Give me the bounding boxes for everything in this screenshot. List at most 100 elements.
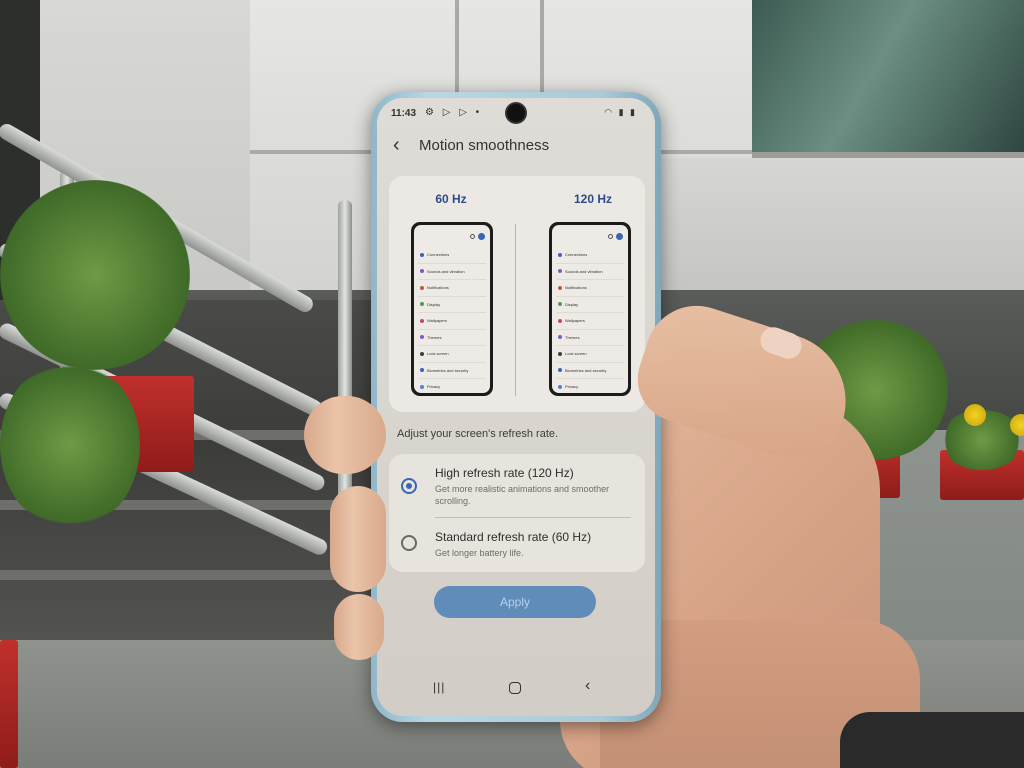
- flower-pot: [0, 640, 18, 768]
- preview-list-item: Themes: [418, 330, 486, 346]
- preview-list-label: Wallpapers: [427, 318, 447, 324]
- apply-button[interactable]: Apply: [434, 586, 596, 618]
- page-title: Motion smoothness: [419, 137, 550, 154]
- radio-selected-icon[interactable]: [401, 478, 417, 494]
- preview-phone-120hz: Connections Sounds and vibration Notificat…: [549, 222, 631, 396]
- preview-list-label: Notifications: [427, 285, 449, 291]
- preview-settings-list: Connections Sounds and vibration Notificat…: [418, 247, 486, 393]
- preview-list-label: Notifications: [565, 285, 587, 291]
- middle-finger: [330, 486, 386, 592]
- building-window: [752, 0, 1024, 155]
- setting-icon: [558, 384, 562, 389]
- building-wall-right: [660, 158, 1024, 303]
- preview-settings-list: Connections Sounds and vibration Notificat…: [556, 247, 624, 393]
- preview-list-label: Display: [565, 301, 579, 307]
- avatar-icon: [616, 233, 623, 240]
- preview-list-item: Sounds and vibration: [556, 264, 624, 280]
- front-camera-icon: [507, 104, 525, 122]
- setting-icon: [558, 302, 562, 307]
- preview-screen: Connections Sounds and vibration Notificat…: [552, 225, 628, 393]
- preview-list-item: Lock screen: [418, 346, 486, 363]
- preview-list-label: Themes: [427, 334, 442, 340]
- preview-list-item: Notifications: [556, 280, 624, 297]
- preview-list-label: Sounds and vibration: [427, 268, 465, 274]
- preview-label-120hz: 120 Hz: [573, 192, 613, 206]
- preview-list-item: Notifications: [418, 280, 486, 297]
- preview-list-label: Privacy: [427, 384, 441, 390]
- status-time: 11:43: [391, 108, 417, 119]
- preview-list-item: Biometrics and security: [556, 363, 624, 379]
- preview-list-label: Lock screen: [427, 351, 449, 357]
- avatar-icon: [478, 233, 485, 240]
- plant: [0, 360, 140, 530]
- preview-list-item: Connections: [418, 247, 486, 264]
- preview-list-label: Biometrics and security: [565, 367, 607, 373]
- setting-icon: [420, 302, 424, 307]
- preview-list-item: Wallpapers: [556, 313, 624, 330]
- preview-list-label: Privacy: [565, 384, 579, 390]
- preview-list-item: Themes: [556, 330, 624, 346]
- setting-icon: [558, 285, 562, 290]
- search-icon: [608, 234, 613, 239]
- preview-list-item: Biometrics and security: [418, 363, 486, 379]
- setting-icon: [420, 351, 424, 356]
- preview-list-label: Sounds and vibration: [565, 268, 603, 274]
- setting-icon: [558, 318, 562, 323]
- recents-icon[interactable]: |||: [433, 680, 445, 694]
- setting-icon: [558, 368, 562, 373]
- preview-list-label: Connections: [427, 252, 450, 258]
- preview-divider: [515, 224, 516, 396]
- sleeve: [840, 712, 1024, 768]
- back-arrow-icon[interactable]: ‹: [393, 134, 400, 156]
- notification-icons: ⚙ ▷ ▷ •: [425, 107, 483, 118]
- preview-list-item: Privacy: [418, 379, 486, 393]
- setting-icon: [420, 285, 424, 290]
- setting-icon: [420, 368, 424, 373]
- preview-list-label: Themes: [565, 334, 580, 340]
- search-icon: [470, 234, 475, 239]
- preview-list-item: Display: [556, 297, 624, 313]
- preview-list-item: Lock screen: [556, 346, 624, 363]
- setting-icon: [558, 252, 562, 257]
- preview-list-item: Wallpapers: [418, 313, 486, 330]
- preview-list-label: Display: [427, 301, 441, 307]
- preview-list-label: Connections: [565, 252, 588, 258]
- option-divider: [435, 517, 631, 518]
- phone-screen: 11:43 ⚙ ▷ ▷ • ◠ ▮ ▮ ‹ Motion smoothness …: [377, 98, 655, 716]
- stair-step: [0, 570, 350, 580]
- back-icon[interactable]: ‹: [585, 677, 590, 695]
- signal-battery-icons: ◠ ▮ ▮: [604, 107, 637, 117]
- option-description: Get longer battery life.: [435, 548, 524, 558]
- preview-toolbar: [608, 233, 623, 240]
- preview-list-item: Privacy: [556, 379, 624, 393]
- ring-finger: [334, 594, 384, 660]
- preview-phone-60hz: Connections Sounds and vibration Notificat…: [411, 222, 493, 396]
- setting-icon: [420, 335, 424, 340]
- preview-label-60hz: 60 Hz: [435, 192, 467, 206]
- preview-screen: Connections Sounds and vibration Notificat…: [414, 225, 490, 393]
- preview-list-item: Connections: [556, 247, 624, 264]
- preview-list-label: Wallpapers: [565, 318, 585, 324]
- setting-icon: [558, 269, 562, 274]
- option-title: Standard refresh rate (60 Hz): [435, 530, 592, 544]
- home-icon[interactable]: [509, 682, 521, 694]
- refresh-preview-card: 60 Hz 120 Hz Connections Sounds and vibra…: [389, 176, 645, 412]
- preview-list-label: Lock screen: [565, 351, 587, 357]
- navigation-bar: ||| ‹: [417, 677, 617, 698]
- yellow-flower: [964, 404, 986, 426]
- plant: [0, 180, 190, 370]
- setting-icon: [420, 384, 424, 389]
- setting-icon: [558, 335, 562, 340]
- preview-list-label: Biometrics and security: [427, 367, 469, 373]
- setting-icon: [420, 269, 424, 274]
- radio-unselected-icon[interactable]: [401, 535, 417, 551]
- preview-list-item: Display: [418, 297, 486, 313]
- option-description: Get more realistic animations and smooth…: [435, 484, 610, 506]
- option-title: High refresh rate (120 Hz): [435, 466, 574, 480]
- setting-icon: [558, 351, 562, 356]
- setting-icon: [420, 318, 424, 323]
- setting-icon: [420, 252, 424, 257]
- refresh-rate-hint: Adjust your screen's refresh rate.: [397, 428, 559, 440]
- preview-list-item: Sounds and vibration: [418, 264, 486, 280]
- index-finger: [304, 396, 386, 474]
